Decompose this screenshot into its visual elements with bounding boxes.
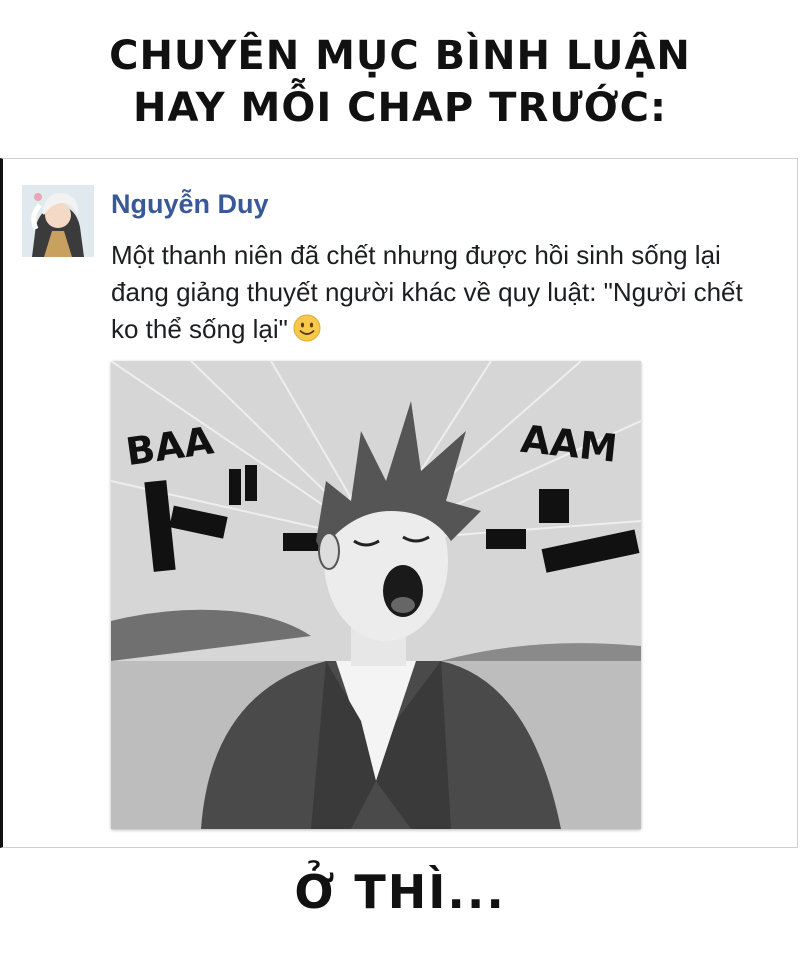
comment-author[interactable]: Nguyễn Duy	[111, 189, 269, 220]
avatar-image	[22, 185, 94, 257]
attached-manga-image[interactable]: BAA AAM	[111, 361, 641, 829]
slightly-smiling-face-icon	[292, 313, 322, 343]
page-header: CHUYÊN MỤC BÌNH LUẬN HAY MỖI CHAP TRƯỚC:	[0, 30, 800, 134]
comment-card: Nguyễn Duy Một thanh niên đã chết nhưng …	[0, 158, 798, 848]
avatar[interactable]	[22, 185, 94, 257]
manga-panel: BAA AAM	[111, 361, 641, 829]
comment-body: Một thanh niên đã chết nhưng được hồi si…	[111, 237, 751, 348]
comment-text: Một thanh niên đã chết nhưng được hồi si…	[111, 240, 743, 344]
header-line-1: CHUYÊN MỤC BÌNH LUẬN	[109, 33, 691, 79]
footer-caption: Ở THÌ...	[294, 865, 506, 919]
header-line-2: HAY MỖI CHAP TRƯỚC:	[133, 85, 667, 131]
